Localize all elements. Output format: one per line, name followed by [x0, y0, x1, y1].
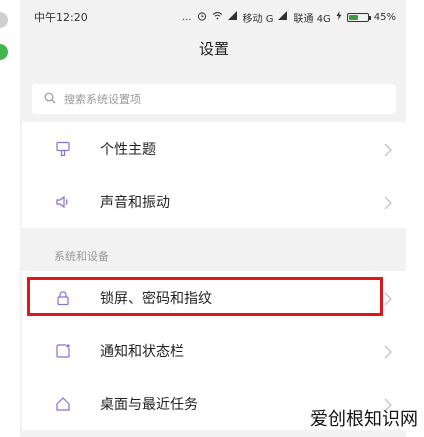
- chevron-right-icon: [384, 195, 392, 214]
- signal-icon-2: [278, 11, 288, 23]
- settings-group-personalization: 个性主题 声音和振动: [22, 122, 406, 228]
- battery-level: [348, 14, 358, 20]
- settings-row-theme[interactable]: 个性主题: [22, 122, 406, 175]
- settings-row-label: 通知和状态栏: [100, 343, 184, 360]
- phone-screen: 中午12:20 ... 移动 G 联通 4G 45% 设置 搜索系统设置项 个性…: [22, 0, 406, 437]
- battery-percent: 45%: [373, 11, 396, 23]
- notification-icon: [54, 342, 72, 360]
- left-edge-strip: [0, 0, 20, 437]
- section-header-system: 系统和设备: [54, 250, 109, 263]
- network-label-1: 移动 G: [242, 13, 274, 25]
- search-placeholder: 搜索系统设置项: [64, 93, 141, 106]
- settings-row-sound[interactable]: 声音和振动: [22, 175, 406, 228]
- lock-icon: [54, 289, 72, 307]
- right-edge-strip: [406, 0, 424, 437]
- wifi-icon: [212, 11, 223, 23]
- alarm-icon: [197, 11, 207, 24]
- chevron-right-icon: [384, 344, 392, 363]
- left-edge-circle: [0, 12, 8, 28]
- speaker-icon: [54, 193, 72, 211]
- status-bar: 中午12:20 ... 移动 G 联通 4G 45%: [22, 0, 406, 34]
- watermark: 爱创根知识网: [310, 409, 418, 430]
- left-edge-circle-green: [0, 44, 8, 60]
- chevron-right-icon: [384, 142, 392, 161]
- search-icon: [44, 92, 64, 107]
- signal-icon: [227, 11, 238, 23]
- settings-row-label: 桌面与最近任务: [100, 396, 198, 413]
- network-label-2: 联通 4G: [293, 13, 331, 25]
- settings-row-label: 声音和振动: [100, 194, 170, 211]
- status-icons: ... 移动 G 联通 4G 45%: [182, 10, 396, 25]
- settings-row-label: 个性主题: [100, 141, 156, 158]
- status-time: 中午12:20: [34, 11, 88, 24]
- home-icon: [54, 395, 72, 413]
- settings-row-label: 锁屏、密码和指纹: [100, 290, 212, 307]
- settings-row-lockscreen[interactable]: 锁屏、密码和指纹: [22, 271, 406, 324]
- theme-brush-icon: [54, 140, 72, 158]
- charging-icon: [336, 11, 342, 23]
- battery-icon: [346, 12, 371, 22]
- settings-row-notifications[interactable]: 通知和状态栏: [22, 324, 406, 377]
- chevron-right-icon: [384, 291, 392, 310]
- search-input[interactable]: 搜索系统设置项: [32, 84, 396, 114]
- page-title: 设置: [198, 40, 229, 58]
- more-dots: ...: [181, 11, 192, 23]
